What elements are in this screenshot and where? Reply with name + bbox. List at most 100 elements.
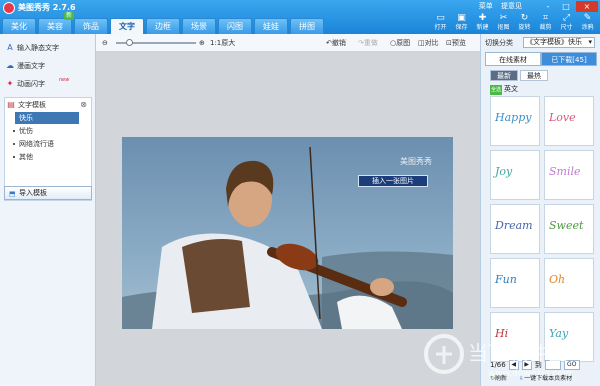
tool-label: 裁剪 [539, 24, 552, 31]
minimize-button[interactable]: - [540, 1, 556, 12]
bullet-icon [13, 156, 15, 158]
tab-label: 文字 [119, 22, 135, 31]
template-internet[interactable]: 网络流行语 [13, 138, 54, 150]
collapse-icon[interactable]: ⊗ [80, 100, 87, 109]
comic-text-item[interactable]: ☁ 漫画文字 [6, 60, 45, 72]
tab-label: 边框 [155, 22, 171, 31]
template-happy[interactable]: 快乐 [15, 112, 79, 124]
compare-button[interactable]: ◫对比 [418, 37, 439, 49]
edited-photo[interactable]: 美图秀秀 插入一张图片 [122, 137, 453, 329]
tab-beautify[interactable]: 美化 [2, 18, 36, 34]
tab-frame[interactable]: 边框 [146, 18, 180, 34]
undo-button[interactable]: ↶撤销 [326, 37, 346, 49]
tab-flash[interactable]: 闪图 [218, 18, 252, 34]
top-links: 菜单 提意见 [473, 1, 522, 11]
tab-collage[interactable]: 拼图 [290, 18, 324, 34]
flash-text-item[interactable]: ✦ 动画闪字 new [7, 77, 70, 90]
template-thumbnail[interactable]: Love [544, 96, 594, 146]
main-tabs: 美化 美容新 饰品 文字 边框 场景 闪图 娃娃 拼图 [2, 12, 324, 34]
template-icon: ▤ [7, 100, 15, 109]
resize-button[interactable]: ⤢ 尺寸 [556, 12, 577, 32]
feedback-link[interactable]: 提意见 [501, 2, 522, 10]
template-thumbnail[interactable]: Smile [544, 150, 594, 200]
template-other[interactable]: 其他 [13, 151, 33, 163]
tool-label: 旋转 [518, 24, 531, 31]
select-all-check[interactable]: 全选 [490, 85, 503, 95]
template-thumbnail[interactable]: Joy [490, 150, 540, 200]
crop-button[interactable]: ⌗ 裁剪 [535, 12, 556, 32]
group-title: 文字模板 [18, 101, 46, 109]
original-button[interactable]: ○原图 [390, 37, 410, 49]
zoom-icon[interactable]: ⊖ [102, 37, 108, 49]
new-tag: new [59, 77, 70, 83]
language-filter[interactable]: 全选 英文 [490, 84, 518, 95]
tab-label: 闪图 [227, 22, 243, 31]
template-group-title[interactable]: ▤ 文字模板 [7, 99, 46, 111]
tab-online[interactable]: 在线素材 [485, 52, 541, 66]
chevron-down-icon: ▾ [588, 38, 592, 46]
sub-label: 快乐 [19, 114, 33, 122]
zoom-in-icon[interactable]: ⊕ [199, 37, 205, 49]
tool-label: 新建 [476, 24, 489, 31]
import-template-button[interactable]: ⬒ 导入模板 [4, 186, 92, 200]
thumbnail-text: Smile [549, 165, 581, 178]
save-icon: ▣ [457, 13, 466, 23]
save-button[interactable]: ▣ 保存 [451, 12, 472, 32]
rotate-icon: ↻ [520, 13, 529, 23]
category-label: 切换分类 [485, 39, 513, 47]
thumbnail-text: Fun [495, 273, 517, 286]
new-icon: ✚ [478, 13, 487, 23]
thumbnail-text: Dream [495, 219, 533, 232]
rotate-button[interactable]: ↻ 旋转 [514, 12, 535, 32]
tab-label: 饰品 [83, 22, 99, 31]
tab-downloaded[interactable]: 已下载[45] [541, 52, 597, 66]
static-text-item[interactable]: A 输入静态文字 [7, 42, 59, 54]
thumbnail-text: Love [549, 111, 576, 124]
sparkle-icon: ✦ [6, 79, 14, 88]
brush-icon: ✎ [583, 13, 592, 23]
tab-text[interactable]: 文字 [110, 18, 144, 34]
crop-icon: ⌗ [542, 13, 549, 23]
preview-button[interactable]: ⊡预览 [446, 37, 466, 49]
thumbnail-text: Happy [495, 111, 532, 124]
cutout-icon: ✂ [499, 13, 508, 23]
tab-newest[interactable]: 最新 [490, 70, 518, 81]
template-thumbnail[interactable]: Dream [490, 204, 540, 254]
category-select[interactable]: 《文字模板》快乐 ▾ [523, 37, 595, 48]
tool-label: 打开 [434, 24, 447, 31]
resize-icon: ⤢ [562, 13, 571, 23]
tab-doll[interactable]: 娃娃 [254, 18, 288, 34]
tab-scene[interactable]: 场景 [182, 18, 216, 34]
svg-text:www.downxia.com: www.downxia.com [488, 369, 572, 379]
maximize-button[interactable]: □ [558, 1, 574, 12]
template-thumbnail[interactable]: Happy [490, 96, 540, 146]
cutout-button[interactable]: ✂ 抠图 [493, 12, 514, 32]
insert-image-button[interactable]: 插入一张图片 [358, 175, 428, 187]
thumbnail-text: Oh [549, 273, 566, 286]
watermark: 美图秀秀 [400, 157, 432, 166]
tab-label: 美化 [11, 22, 27, 31]
template-sad[interactable]: 忧伤 [13, 125, 33, 137]
template-thumbnail[interactable]: Fun [490, 258, 540, 308]
zoom-slider[interactable] [116, 39, 196, 46]
zoom-actual-label[interactable]: 1:1原大 [210, 37, 235, 49]
slider-handle[interactable] [126, 39, 133, 46]
close-button[interactable]: × [576, 1, 598, 12]
action-label: 原图 [396, 39, 411, 47]
tab-accessories[interactable]: 饰品 [74, 18, 108, 34]
open-button[interactable]: ▭ 打开 [430, 12, 451, 32]
bullet-icon [13, 143, 15, 145]
action-label: 对比 [424, 39, 439, 47]
template-thumbnail[interactable]: Oh [544, 258, 594, 308]
title-bar: 美图秀秀 2.7.6 菜单 提意见 - □ × 美化 美容新 饰品 文字 边框 … [0, 0, 600, 34]
tab-hottest[interactable]: 最热 [520, 70, 548, 81]
item-label: 动画闪字 [17, 80, 45, 88]
new-button[interactable]: ✚ 新建 [472, 12, 493, 32]
brush-button[interactable]: ✎ 涂鸦 [577, 12, 598, 32]
thumbnail-text: Sweet [549, 219, 584, 232]
menu-link[interactable]: 菜单 [479, 2, 493, 10]
template-thumbnail[interactable]: Sweet [544, 204, 594, 254]
tab-beauty[interactable]: 美容新 [38, 12, 74, 34]
thumbnail-text: Joy [495, 165, 513, 178]
redo-button[interactable]: ↷重做 [358, 37, 378, 49]
